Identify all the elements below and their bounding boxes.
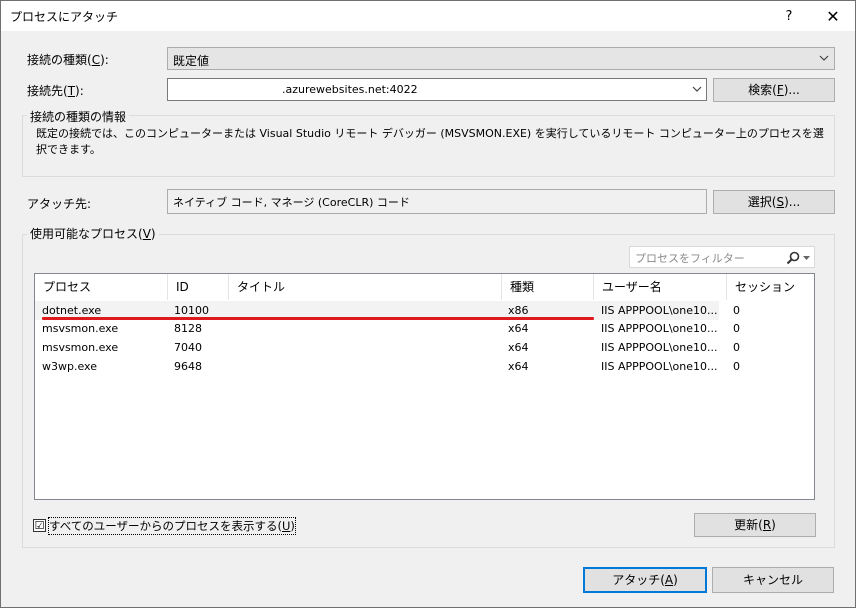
- filter-dropdown-icon[interactable]: [803, 256, 810, 261]
- column-header-session[interactable]: セッション: [727, 274, 814, 300]
- process-id: 8128: [174, 322, 202, 335]
- process-name: msvsmon.exe: [42, 322, 119, 335]
- process-list[interactable]: プロセス ID タイトル 種類 ユーザー名 セッション dotnet.exe 1…: [34, 273, 815, 500]
- process-session: 0: [733, 304, 740, 317]
- column-header-title[interactable]: タイトル: [229, 274, 502, 300]
- search-icon[interactable]: [786, 251, 800, 265]
- attach-to-value: ネイティブ コード, マネージ (CoreCLR) コード: [173, 196, 410, 209]
- process-id: 7040: [174, 341, 202, 354]
- connection-type-select[interactable]: 既定値: [167, 47, 835, 70]
- close-button[interactable]: ✕: [815, 5, 851, 29]
- process-type: x64: [508, 360, 529, 373]
- connection-target-label: 接続先(T):: [27, 84, 84, 98]
- attach-to-value-box: ネイティブ コード, マネージ (CoreCLR) コード: [167, 189, 707, 214]
- chevron-down-icon[interactable]: [692, 86, 702, 93]
- window-title: プロセスにアタッチ: [10, 10, 119, 24]
- process-filter-input[interactable]: プロセスをフィルター: [629, 246, 815, 268]
- show-all-users-label[interactable]: すべてのユーザーからのプロセスを表示する(U): [48, 517, 296, 535]
- chevron-down-icon: [819, 55, 829, 61]
- find-button[interactable]: 検索(F)...: [713, 78, 835, 102]
- process-row[interactable]: msvsmon.exe 8128 x64 IIS APPPOOL\one10..…: [35, 319, 740, 338]
- process-session: 0: [733, 341, 740, 354]
- attach-to-label: アタッチ先:: [27, 197, 92, 211]
- column-header-type[interactable]: 種類: [502, 274, 594, 300]
- process-name: msvsmon.exe: [42, 341, 119, 354]
- cancel-button[interactable]: キャンセル: [712, 567, 834, 593]
- connection-info-heading: 接続の種類の情報: [27, 108, 130, 125]
- process-row[interactable]: msvsmon.exe 7040 x64 IIS APPPOOL\one10..…: [35, 338, 740, 357]
- column-header-user[interactable]: ユーザー名: [594, 274, 727, 300]
- process-user: IIS APPPOOL\one10...: [601, 304, 718, 317]
- process-filter-placeholder: プロセスをフィルター: [635, 252, 745, 265]
- select-code-type-button[interactable]: 選択(S)...: [713, 190, 835, 214]
- attach-button[interactable]: アタッチ(A): [583, 567, 707, 593]
- process-type: x64: [508, 322, 529, 335]
- connection-type-label: 接続の種類(C):: [27, 53, 109, 67]
- process-name: w3wp.exe: [42, 360, 97, 373]
- process-user: IIS APPPOOL\one10...: [601, 360, 718, 373]
- process-user: IIS APPPOOL\one10...: [601, 341, 718, 354]
- connection-target-input[interactable]: .azurewebsites.net:4022: [167, 78, 707, 101]
- process-id: 9648: [174, 360, 202, 373]
- process-type: x64: [508, 341, 529, 354]
- column-header-id[interactable]: ID: [168, 274, 229, 300]
- process-session: 0: [733, 322, 740, 335]
- title-bar: プロセスにアタッチ ? ✕: [1, 1, 855, 31]
- available-processes-label: 使用可能なプロセス(V): [27, 225, 159, 242]
- connection-type-value: 既定値: [173, 54, 210, 68]
- show-all-users-checkbox[interactable]: ☑: [33, 519, 46, 532]
- attach-to-process-dialog: プロセスにアタッチ ? ✕ 接続の種類(C): 既定値 接続先(T): .azu…: [0, 0, 856, 608]
- column-header-process[interactable]: プロセス: [35, 274, 168, 300]
- process-user: IIS APPPOOL\one10...: [601, 322, 718, 335]
- process-list-header: プロセス ID タイトル 種類 ユーザー名 セッション: [35, 274, 814, 300]
- help-button[interactable]: ?: [773, 5, 805, 29]
- refresh-button[interactable]: 更新(R): [694, 513, 816, 537]
- process-row[interactable]: w3wp.exe 9648 x64 IIS APPPOOL\one10... 0: [35, 357, 740, 376]
- process-session: 0: [733, 360, 740, 373]
- connection-info-text: 既定の接続では、このコンピューターまたは Visual Studio リモート …: [36, 127, 824, 156]
- connection-target-value: .azurewebsites.net:4022: [282, 83, 418, 96]
- highlight-underline: [42, 317, 594, 320]
